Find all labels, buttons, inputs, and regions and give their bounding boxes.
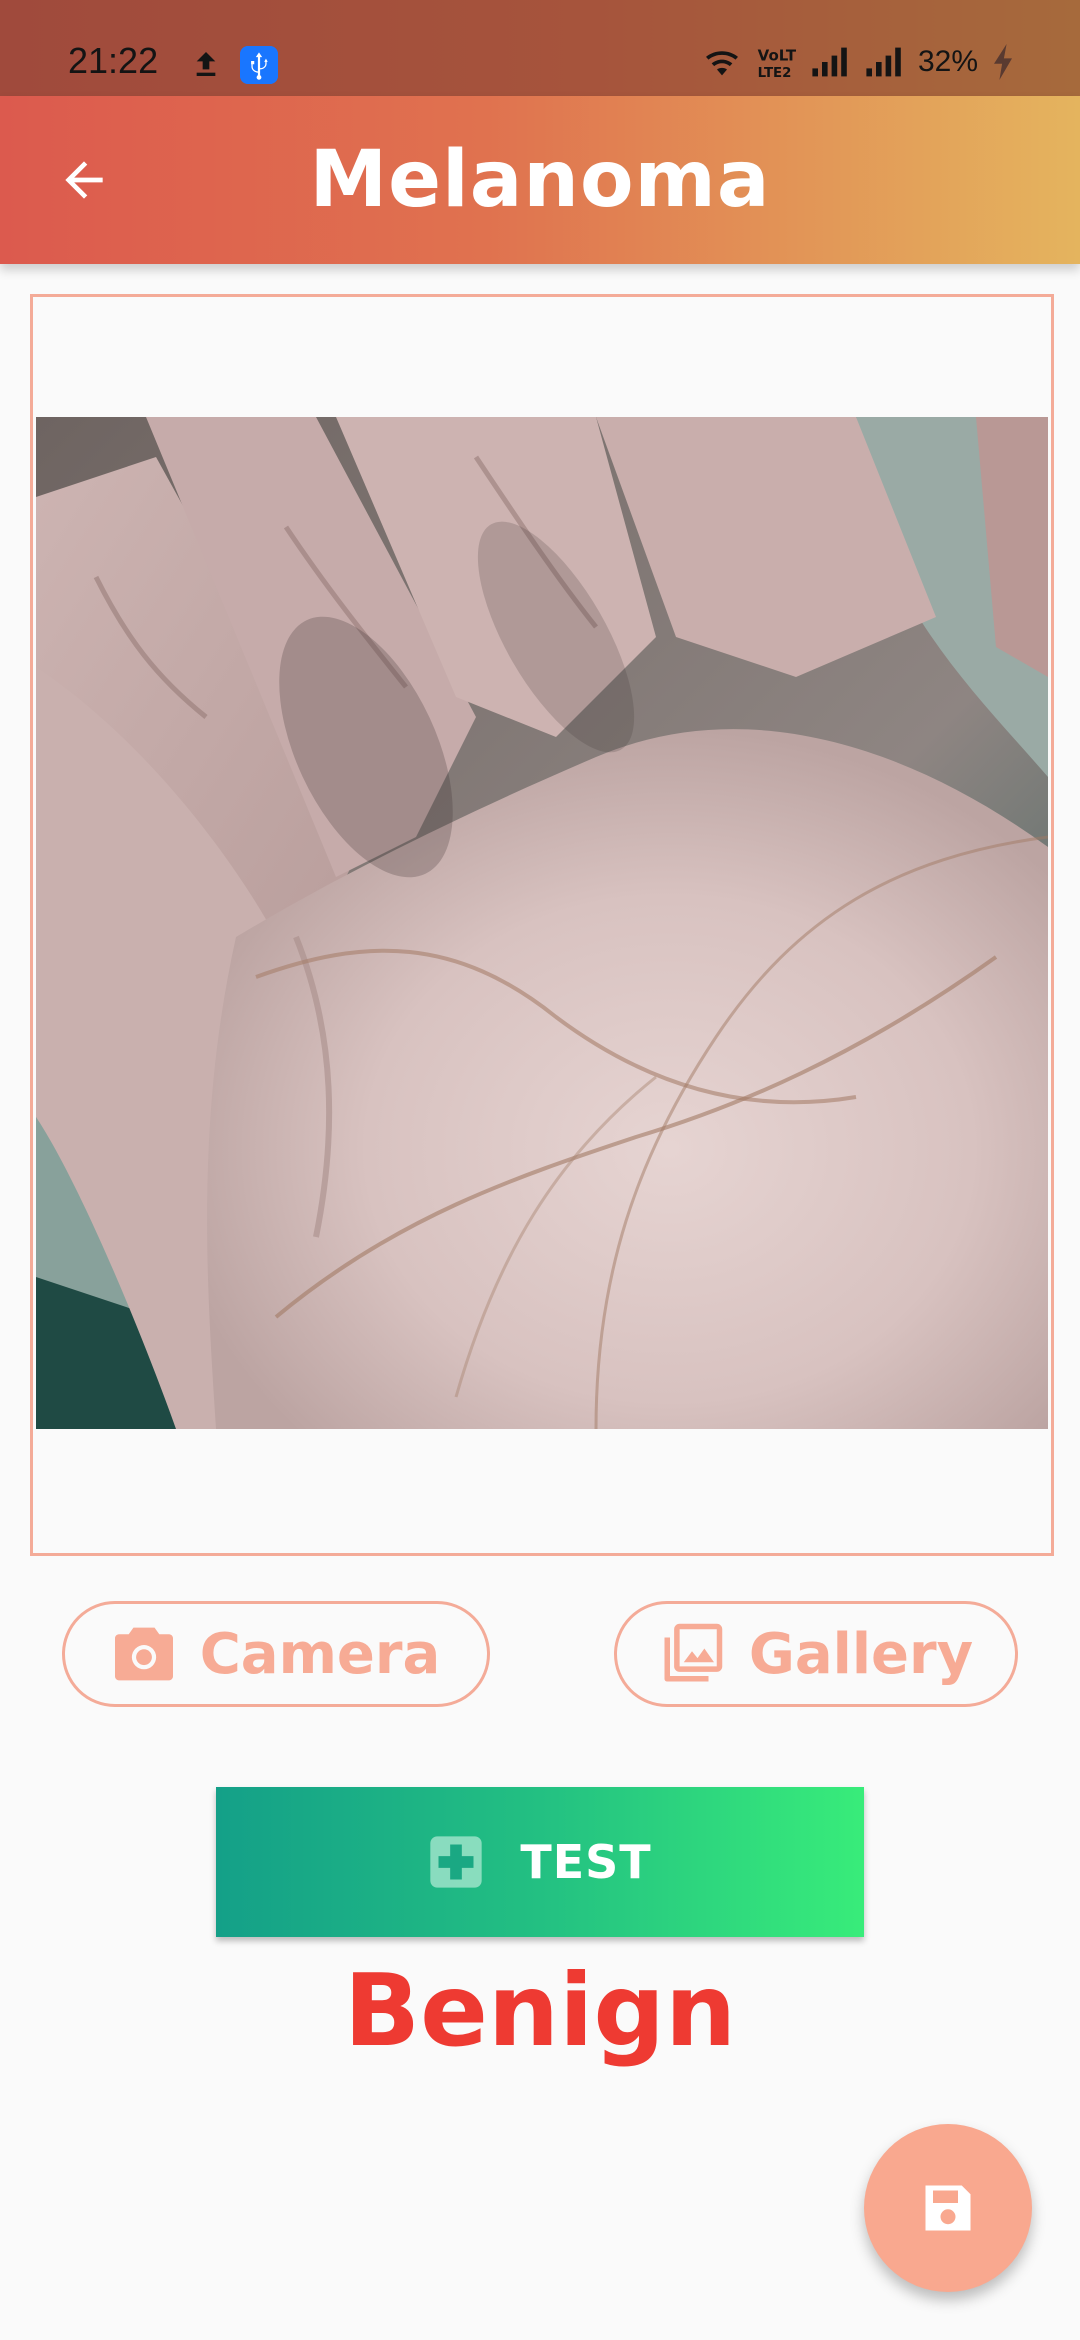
hand-photo-illustration (36, 417, 1048, 1429)
test-button[interactable]: TEST (216, 1787, 864, 1937)
signal-icon (866, 47, 901, 77)
selected-skin-image (36, 417, 1048, 1429)
signal-icon (812, 47, 847, 77)
page-title: Melanoma (309, 135, 771, 225)
status-icons: VoLTE LTE2 32% (702, 42, 1014, 82)
medical-plus-icon (430, 1836, 483, 1888)
volte-icon: VoLTE LTE2 (758, 46, 796, 79)
battery-percentage: 32% (917, 45, 978, 78)
back-button[interactable] (42, 138, 126, 222)
test-button-label: TEST (520, 1835, 652, 1889)
save-icon (925, 2185, 971, 2231)
gallery-icon (664, 1623, 723, 1682)
svg-text:VoLTE: VoLTE (758, 46, 796, 64)
app-screen: 21:22 VoLTE LTE2 (0, 0, 1080, 2340)
camera-button[interactable]: Camera (62, 1601, 490, 1707)
status-bar: 21:22 VoLTE LTE2 (0, 0, 1080, 96)
status-time: 21:22 (68, 40, 159, 81)
wifi-icon (705, 51, 738, 76)
camera-button-label: Camera (199, 1621, 441, 1687)
save-button[interactable] (864, 2124, 1032, 2292)
gallery-button-label: Gallery (748, 1621, 974, 1687)
svg-text:LTE2: LTE2 (758, 66, 792, 79)
camera-icon (114, 1627, 173, 1681)
upload-icon (196, 52, 216, 76)
arrow-back-icon (65, 161, 103, 199)
app-bar: Melanoma (0, 96, 1080, 264)
gallery-button[interactable]: Gallery (614, 1601, 1018, 1707)
usb-icon (240, 46, 278, 84)
image-preview-frame (30, 294, 1054, 1556)
prediction-result: Benign (343, 1952, 737, 2069)
charging-icon (994, 44, 1012, 80)
